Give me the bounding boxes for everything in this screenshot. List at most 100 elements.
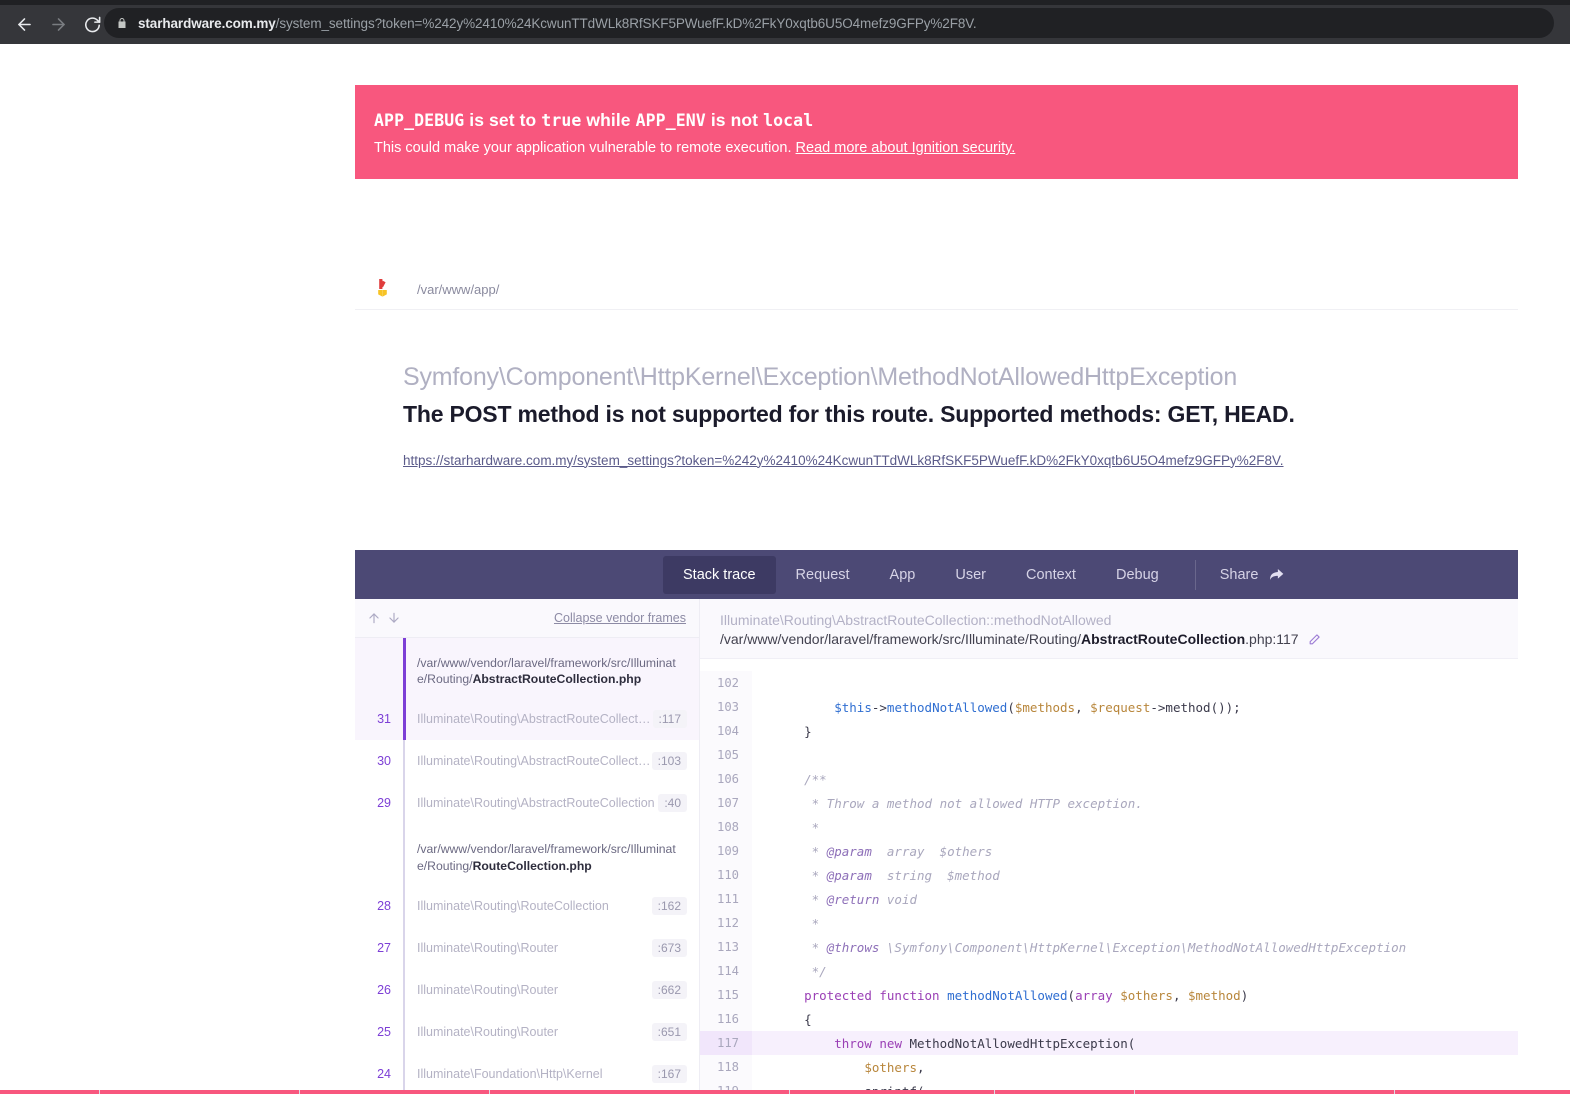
exception-request-url-link[interactable]: https://starhardware.com.my/system_setti… [403,453,1470,468]
code-line-number: 108 [700,815,752,839]
forward-button[interactable] [42,9,74,41]
frame-next-down-arrow-icon[interactable] [387,610,401,626]
bottom-cell-tick [790,1090,995,1094]
code-line-number: 113 [700,935,752,959]
tab-request[interactable]: Request [776,556,870,594]
code-line-number: 116 [700,1007,752,1031]
frame-row[interactable]: 30 Illuminate\Routing\AbstractRouteColle… [355,740,699,782]
tab-app[interactable]: App [870,556,936,594]
address-bar-text: starhardware.com.my/system_settings?toke… [138,16,977,31]
code-line: 111 * @return void [700,887,1518,911]
forward-arrow-icon [51,18,65,31]
code-line-number: 118 [700,1055,752,1079]
code-line: 103 $this->methodNotAllowed($methods, $r… [700,695,1518,719]
code-line-content: * [774,915,820,931]
edit-pencil-icon[interactable] [1308,633,1321,646]
frame-number: 26 [377,982,391,997]
code-line-content: * @return void [774,891,918,907]
exception-card-topbar: /var/www/app/ [355,269,1518,310]
tab-context-label: Context [1025,566,1076,583]
url-path: /system_settings?token=%242y%2410%24Kcwu… [275,15,977,31]
frame-class: Illuminate\Routing\RouteCollection [417,898,609,913]
ignition-security-link[interactable]: Read more about Ignition security. [796,140,1016,156]
code-line: 110 * @param string $method [700,863,1518,887]
app-debug-warning-banner: APP_DEBUG is set to true while APP_ENV i… [355,85,1518,179]
code-header: Illuminate\Routing\AbstractRouteCollecti… [700,599,1518,659]
code-line-content: } [774,723,812,739]
bottom-cell-tick [1135,1090,1395,1094]
code-header-class: Illuminate\Routing\AbstractRouteCollecti… [720,612,1112,628]
back-button[interactable] [8,9,40,41]
banner-title-mid1: is set to [464,110,542,130]
bottom-cell-tick [300,1090,490,1094]
frame-row[interactable]: 25 Illuminate\Routing\Router :651 [355,1011,699,1053]
code-line: 108 * [700,815,1518,839]
frame-number: 28 [377,898,391,913]
tab-user[interactable]: User [935,556,1006,594]
frame-class: Illuminate\Routing\AbstractRouteCollecti… [417,712,653,727]
share-button[interactable]: Share [1204,556,1298,594]
code-line-content: * @param string $method [774,867,1000,883]
code-line: 117 throw new MethodNotAllowedHttpExcept… [700,1031,1518,1055]
tabbar-divider [1194,559,1196,590]
padlock-glyph [118,18,126,28]
frame-class: Illuminate\Routing\Router [417,982,559,997]
tab-context[interactable]: Context [1006,556,1096,594]
frame-row[interactable]: 27 Illuminate\Routing\Router :673 [355,927,699,969]
code-line: 104 } [700,719,1518,743]
tab-debug[interactable]: Debug [1096,556,1179,594]
frame-number: 25 [377,1024,391,1039]
frame-group: /var/www/vendor/laravel/framework/src/Il… [355,824,699,1094]
code-line-number: 104 [700,719,752,743]
frame-line-number: :162 [651,896,687,915]
code-header-filename: AbstractRouteCollection [1081,631,1246,647]
frame-row[interactable]: 28 Illuminate\Routing\RouteCollection :1… [355,885,699,927]
code-line: 118 $others, [700,1055,1518,1079]
frame-group: /var/www/vendor/laravel/framework/src/Il… [355,638,699,741]
code-line-content: $others, [864,1059,925,1075]
code-line-content: * [774,819,820,835]
frame-row[interactable]: 31 Illuminate\Routing\AbstractRouteColle… [355,698,699,740]
frame-number: 31 [377,712,391,727]
url-host: starhardware.com.my [138,15,276,31]
code-line: 109 * @param array $others [700,839,1518,863]
frame-class: Illuminate\Routing\AbstractRouteCollecti… [417,754,652,769]
page-bottom-cells [0,1090,1570,1094]
code-line-number: 102 [700,671,752,695]
banner-subtitle-text: This could make your application vulnera… [374,140,792,156]
code-line: 116 { [700,1007,1518,1031]
code-line-number: 105 [700,743,752,767]
frame-row[interactable]: 29 Illuminate\Routing\AbstractRouteColle… [355,782,699,824]
bottom-cell-tick [995,1090,1135,1094]
address-bar[interactable]: starhardware.com.my/system_settings?toke… [104,8,1554,38]
code-lines[interactable]: 102 103 $this->methodNotAllowed($methods,… [700,659,1518,1094]
frame-line-number: :662 [651,980,687,999]
frame-class: Illuminate\Routing\AbstractRouteCollecti… [417,796,655,811]
frame-class: Illuminate\Routing\Router [417,1024,559,1039]
frame-line-number: :103 [651,752,687,771]
tab-stack-trace[interactable]: Stack trace [663,555,776,594]
collapse-vendor-frames-link[interactable]: Collapse vendor frames [554,611,686,625]
frame-line-number: :117 [652,710,687,729]
frame-group-filepath: /var/www/vendor/laravel/framework/src/Il… [355,824,699,884]
code-line-number: 115 [700,983,752,1007]
frames-toolbar: Collapse vendor frames [355,599,699,638]
frame-group-path-file: AbstractRouteCollection.php [472,672,642,687]
code-line-number: 106 [700,767,752,791]
code-line: 115 protected function methodNotAllowed(… [700,983,1518,1007]
frame-row[interactable]: 24 Illuminate\Foundation\Http\Kernel :16… [355,1053,699,1094]
share-arrow-icon [1270,569,1284,580]
share-label: Share [1219,566,1259,583]
frame-line-number: :167 [651,1064,687,1083]
tab-user-label: User [955,566,986,583]
code-line: 106 /** [700,767,1518,791]
banner-title: APP_DEBUG is set to true while APP_ENV i… [374,110,1498,131]
frame-row[interactable]: 26 Illuminate\Routing\Router :662 [355,969,699,1011]
frame-prev-up-arrow-icon[interactable] [367,610,381,626]
frame-class: Illuminate\Routing\Router [417,940,559,955]
exception-summary-card: /var/www/app/ Symfony\Component\HttpKern… [355,269,1518,501]
code-line-number: 114 [700,959,752,983]
tab-debug-label: Debug [1115,566,1159,583]
browser-tabstrip [0,0,1570,5]
code-line: 112 * [700,911,1518,935]
